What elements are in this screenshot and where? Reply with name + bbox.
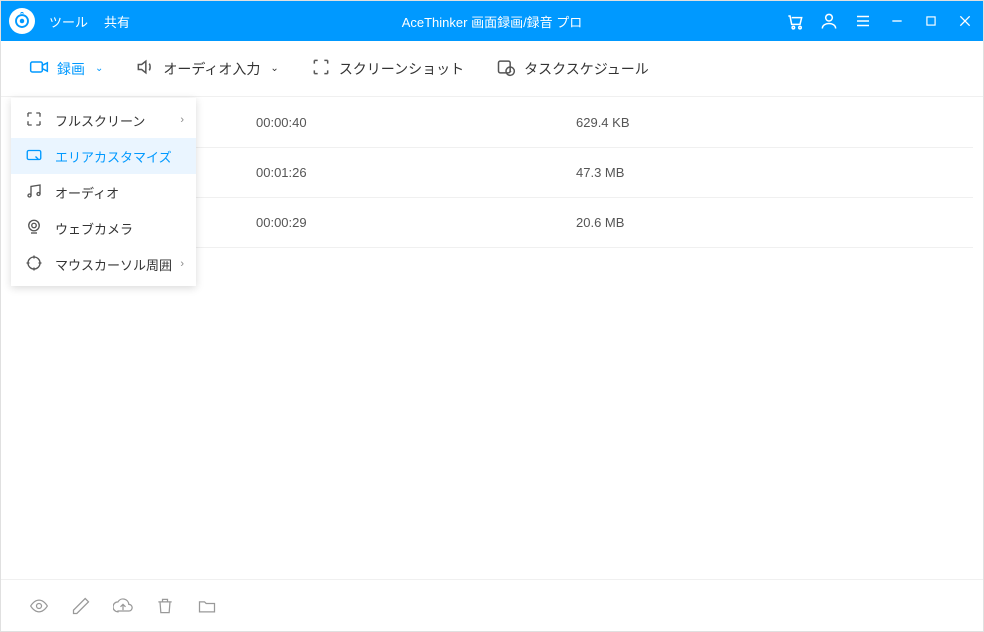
dropdown-audio[interactable]: オーディオ [11,174,196,210]
dropdown-label: ウェブカメラ [55,219,133,238]
webcam-icon [25,218,43,239]
fullscreen-icon [25,110,43,131]
main-toolbar: 録画 ⌄ オーディオ入力 ⌄ スクリーンショット タスクスケジュール [1,41,983,97]
screenshot-tool[interactable]: スクリーンショット [311,57,464,80]
list-item[interactable]: 00:00:40 629.4 KB [196,98,973,148]
target-icon [25,254,43,275]
chevron-down-icon: ⌄ [95,63,103,74]
row-duration: 00:00:40 [196,115,576,130]
user-icon[interactable] [819,11,839,31]
app-logo [9,8,35,34]
dropdown-label: マウスカーソル周囲 [55,255,172,274]
dropdown-label: フルスクリーン [55,111,145,130]
maximize-button[interactable] [921,11,941,31]
menu-icon[interactable] [853,11,873,31]
clock-icon [496,57,516,80]
cart-icon[interactable] [785,11,805,31]
dropdown-label: エリアカスタマイズ [55,147,172,166]
area-icon [25,146,43,167]
chevron-right-icon: › [180,258,184,270]
list-item[interactable]: 00:01:26 47.3 MB [196,148,973,198]
dropdown-area-customize[interactable]: エリアカスタマイズ [11,138,196,174]
dropdown-label: オーディオ [55,183,119,202]
dropdown-mouse-area[interactable]: マウスカーソル周囲 › [11,246,196,282]
task-schedule-label: タスクスケジュール [524,59,649,79]
row-size: 629.4 KB [576,115,776,130]
titlebar: ツール 共有 AceThinker 画面録画/録音 プロ [1,1,983,41]
dropdown-webcam[interactable]: ウェブカメラ [11,210,196,246]
chevron-right-icon: › [180,114,184,126]
row-duration: 00:00:29 [196,215,576,230]
folder-button[interactable] [197,596,217,616]
dropdown-fullscreen[interactable]: フルスクリーン › [11,102,196,138]
menu-share[interactable]: 共有 [104,12,130,31]
row-duration: 00:01:26 [196,165,576,180]
row-size: 20.6 MB [576,215,776,230]
video-icon [29,57,49,80]
upload-button[interactable] [113,596,133,616]
record-label: 録画 [57,59,85,79]
recordings-list: 00:00:40 629.4 KB 00:01:26 47.3 MB 00:00… [196,98,973,248]
preview-button[interactable] [29,596,49,616]
task-schedule-tool[interactable]: タスクスケジュール [496,57,649,80]
close-button[interactable] [955,11,975,31]
app-title: AceThinker 画面録画/録音 プロ [402,12,583,31]
list-item[interactable]: 00:00:29 20.6 MB [196,198,973,248]
delete-button[interactable] [155,596,175,616]
record-tool[interactable]: 録画 ⌄ [29,57,103,80]
music-icon [25,182,43,203]
menu-tools[interactable]: ツール [49,12,88,31]
row-size: 47.3 MB [576,165,776,180]
speaker-icon [135,57,155,80]
record-dropdown: フルスクリーン › エリアカスタマイズ オーディオ ウェブカメラ マウスカーソル… [11,98,196,286]
audio-input-label: オーディオ入力 [163,59,260,79]
edit-button[interactable] [71,596,91,616]
crop-icon [311,57,331,80]
minimize-button[interactable] [887,11,907,31]
screenshot-label: スクリーンショット [339,59,464,79]
audio-input-tool[interactable]: オーディオ入力 ⌄ [135,57,278,80]
bottom-toolbar [1,579,983,631]
chevron-down-icon: ⌄ [270,63,278,74]
